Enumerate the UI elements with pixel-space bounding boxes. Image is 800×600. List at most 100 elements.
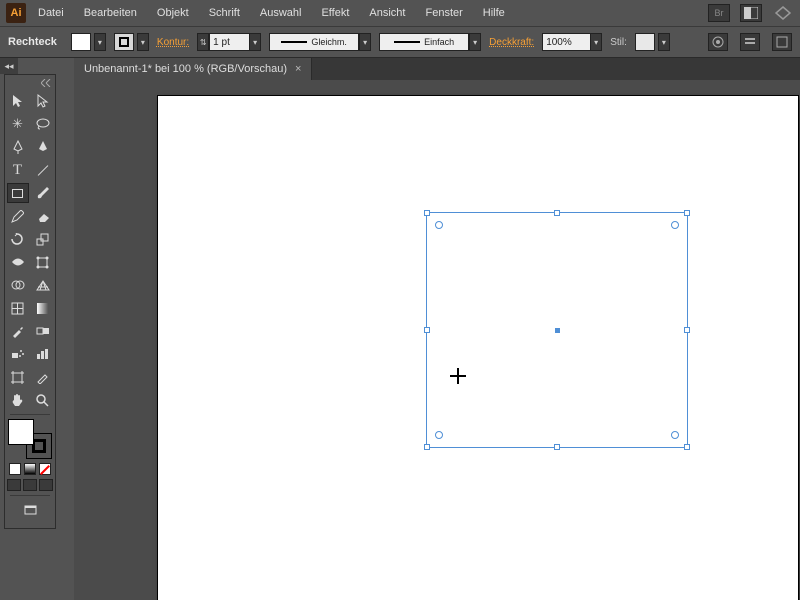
fill-swatch-dropdown[interactable]: ▾ — [94, 33, 106, 51]
fill-indicator[interactable] — [8, 419, 34, 445]
resize-handle-l[interactable] — [424, 327, 430, 333]
draw-inside-button[interactable] — [39, 479, 53, 491]
draw-normal-button[interactable] — [7, 479, 21, 491]
pencil-tool[interactable] — [7, 206, 29, 226]
gpu-preview-button[interactable] — [772, 4, 794, 22]
resize-handle-tr[interactable] — [684, 210, 690, 216]
align-panel-button[interactable] — [740, 33, 760, 51]
paintbrush-tool[interactable] — [32, 183, 54, 203]
artboard[interactable] — [158, 96, 798, 600]
graphic-style-swatch[interactable] — [635, 33, 655, 51]
live-corner-tr[interactable] — [671, 221, 679, 229]
close-tab-icon[interactable]: × — [295, 63, 301, 75]
canvas[interactable] — [74, 80, 800, 600]
selection-center-icon — [555, 328, 560, 333]
variable-width-profile-label: Gleichm. — [311, 37, 347, 47]
panel-collapse-icon[interactable]: ◂◂ — [0, 58, 18, 74]
type-tool[interactable]: T — [7, 160, 29, 180]
perspective-grid-tool[interactable] — [32, 275, 54, 295]
variable-width-profile[interactable]: Gleichm. — [269, 33, 359, 51]
column-graph-tool[interactable] — [32, 344, 54, 364]
stroke-weight-dropdown[interactable]: ▾ — [249, 33, 261, 51]
stroke-weight-stepper[interactable]: ⇅ — [197, 33, 209, 51]
menu-view[interactable]: Ansicht — [361, 4, 413, 22]
slice-tool[interactable] — [32, 367, 54, 387]
fill-stroke-indicator[interactable] — [8, 419, 52, 459]
stroke-swatch-dropdown[interactable]: ▾ — [137, 33, 149, 51]
tools-panel-grip[interactable] — [7, 79, 53, 89]
menu-window[interactable]: Fenster — [417, 4, 470, 22]
line-segment-tool[interactable] — [32, 160, 54, 180]
stroke-label: Kontur: — [157, 37, 189, 48]
resize-handle-bl[interactable] — [424, 444, 430, 450]
resize-handle-tl[interactable] — [424, 210, 430, 216]
document-tab[interactable]: Unbenannt-1* bei 100 % (RGB/Vorschau) × — [74, 58, 312, 80]
tool-name-label: Rechteck — [8, 36, 63, 48]
transform-panel-button[interactable] — [772, 33, 792, 51]
shape-builder-tool[interactable] — [7, 275, 29, 295]
color-mode-none[interactable] — [39, 463, 51, 475]
menu-effect[interactable]: Effekt — [313, 4, 357, 22]
hand-tool[interactable] — [7, 390, 29, 410]
document-tab-title: Unbenannt-1* bei 100 % (RGB/Vorschau) — [84, 63, 287, 75]
app-icon: Ai — [6, 3, 26, 23]
eraser-tool[interactable] — [32, 206, 54, 226]
resize-handle-t[interactable] — [554, 210, 560, 216]
color-mode-solid[interactable] — [9, 463, 21, 475]
screen-mode-button[interactable] — [19, 500, 41, 520]
scale-tool[interactable] — [32, 229, 54, 249]
live-corner-bl[interactable] — [435, 431, 443, 439]
arrange-documents-button[interactable] — [740, 4, 762, 22]
menu-bar: Ai Datei Bearbeiten Objekt Schrift Auswa… — [0, 0, 800, 26]
curvature-tool[interactable] — [32, 137, 54, 157]
mesh-tool[interactable] — [7, 298, 29, 318]
bridge-button[interactable]: Br — [708, 4, 730, 22]
variable-width-profile-dropdown[interactable]: ▾ — [359, 33, 371, 51]
magic-wand-tool[interactable]: ✳ — [7, 114, 29, 134]
opacity-field[interactable] — [542, 33, 590, 51]
menu-select[interactable]: Auswahl — [252, 4, 310, 22]
zoom-tool[interactable] — [32, 390, 54, 410]
pen-tool[interactable] — [7, 137, 29, 157]
stroke-color-swatch[interactable] — [114, 33, 134, 51]
brush-definition[interactable]: Einfach — [379, 33, 469, 51]
fill-color-swatch[interactable] — [71, 33, 91, 51]
brush-definition-label: Einfach — [424, 37, 454, 47]
gradient-tool[interactable] — [32, 298, 54, 318]
rotate-tool[interactable] — [7, 229, 29, 249]
color-mode-gradient[interactable] — [24, 463, 36, 475]
live-corner-tl[interactable] — [435, 221, 443, 229]
eyedropper-tool[interactable] — [7, 321, 29, 341]
resize-handle-b[interactable] — [554, 444, 560, 450]
artboard-tool[interactable] — [7, 367, 29, 387]
blend-tool[interactable] — [32, 321, 54, 341]
menu-edit[interactable]: Bearbeiten — [76, 4, 145, 22]
selected-rectangle[interactable] — [426, 212, 688, 448]
direct-selection-tool[interactable] — [32, 91, 54, 111]
graphic-style-dropdown[interactable]: ▾ — [658, 33, 670, 51]
selection-tool[interactable] — [7, 91, 29, 111]
resize-handle-br[interactable] — [684, 444, 690, 450]
stroke-swatch[interactable]: ▾ — [114, 33, 149, 51]
free-transform-tool[interactable] — [32, 252, 54, 272]
live-corner-br[interactable] — [671, 431, 679, 439]
lasso-tool[interactable] — [32, 114, 54, 134]
recolor-artwork-button[interactable] — [708, 33, 728, 51]
stroke-weight-field[interactable] — [209, 33, 249, 51]
menu-file[interactable]: Datei — [30, 4, 72, 22]
menu-type[interactable]: Schrift — [201, 4, 248, 22]
rectangle-tool[interactable] — [7, 183, 29, 203]
style-label: Stil: — [610, 37, 627, 48]
menu-object[interactable]: Objekt — [149, 4, 197, 22]
fill-swatch[interactable]: ▾ — [71, 33, 106, 51]
opacity-dropdown[interactable]: ▾ — [590, 33, 602, 51]
resize-handle-r[interactable] — [684, 327, 690, 333]
brush-definition-dropdown[interactable]: ▾ — [469, 33, 481, 51]
opacity-label: Deckkraft: — [489, 37, 534, 48]
width-tool[interactable] — [7, 252, 29, 272]
draw-behind-button[interactable] — [23, 479, 37, 491]
menu-help[interactable]: Hilfe — [475, 4, 513, 22]
tools-panel: ✳ T — [4, 74, 56, 529]
options-bar: Rechteck ▾ ▾ Kontur: ⇅ ▾ Gleichm. ▾ Einf… — [0, 26, 800, 58]
symbol-sprayer-tool[interactable] — [7, 344, 29, 364]
